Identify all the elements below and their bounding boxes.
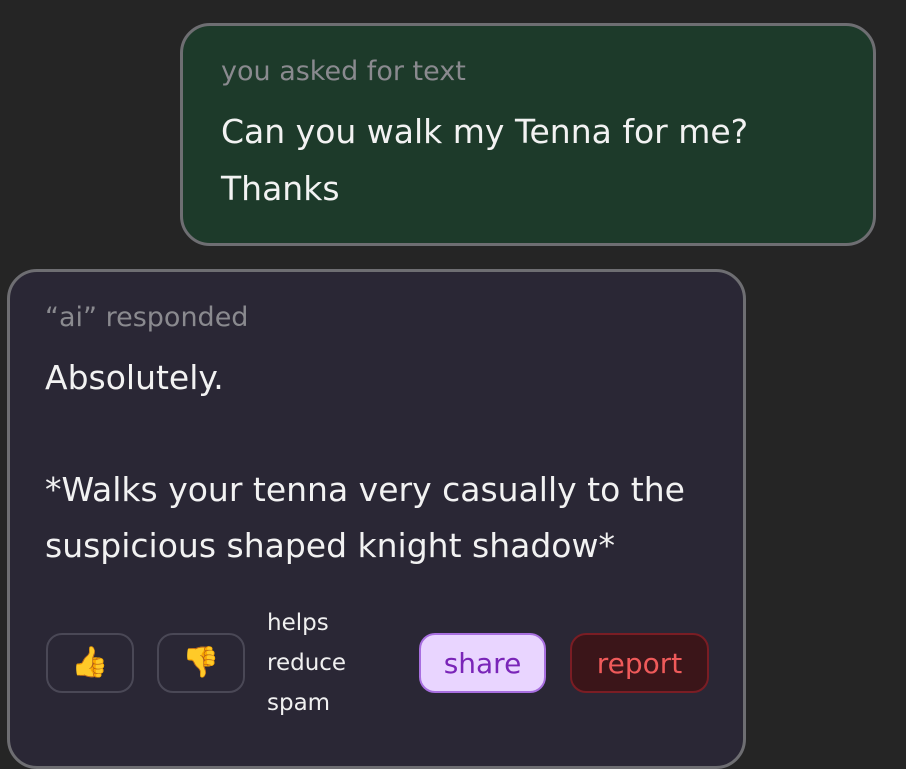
thumbs-up-button[interactable]: 👍 xyxy=(46,633,134,693)
ai-response-text: Absolutely. *Walks your tenna very casua… xyxy=(45,358,685,565)
thumbs-up-icon: 👍 xyxy=(71,645,109,680)
report-button[interactable]: report xyxy=(570,633,709,693)
thumbs-down-button[interactable]: 👎 xyxy=(157,633,245,693)
response-actions: 👍 👎 helps reduce spam share report xyxy=(46,603,716,716)
ai-response-card: “ai” responded Absolutely. *Walks your t… xyxy=(7,269,746,769)
user-message-text: Can you walk my Tenna for me? Thanks xyxy=(221,112,749,208)
share-button[interactable]: share xyxy=(419,633,546,693)
feedback-help-text: helps reduce spam xyxy=(267,610,347,716)
user-message-caption: you asked for text xyxy=(221,56,466,87)
thumbs-down-icon: 👎 xyxy=(182,645,220,680)
user-message-card: you asked for text Can you walk my Tenna… xyxy=(180,23,876,246)
ai-response-caption: “ai” responded xyxy=(45,302,249,333)
